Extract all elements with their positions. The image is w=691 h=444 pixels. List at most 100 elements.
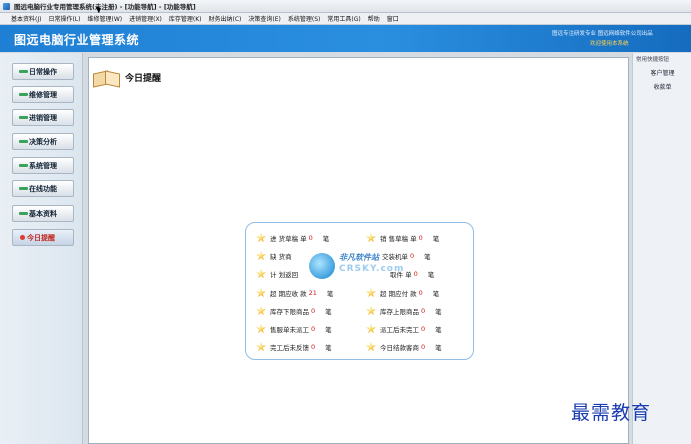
- sidebar-item-label: 系统管理: [29, 161, 57, 170]
- header-banner: 图远电脑行业管理系统 图远专注研发专业 图远网络软件公司出品 欢迎使用本系统: [0, 25, 691, 52]
- menu-item[interactable]: 进销管理(X): [128, 14, 163, 23]
- reminder-label: 派工后未完工: [380, 326, 419, 334]
- reminder-count: 0: [421, 307, 426, 315]
- app-icon: [3, 2, 10, 10]
- star-icon: [256, 233, 266, 243]
- star-icon: [366, 324, 376, 334]
- menu-item[interactable]: 日常操作(L): [47, 14, 81, 23]
- sidebar-item-system[interactable]: 系统管理: [12, 157, 74, 174]
- open-book-icon: [93, 68, 120, 88]
- reminder-count: 0: [418, 234, 423, 242]
- reminder-unit: 笔: [432, 235, 440, 243]
- reminder-label: 库存下限商品: [270, 308, 309, 316]
- sidebar-item-basic-data[interactable]: 基本资料: [12, 205, 74, 222]
- sidebar-item-label: 决策分析: [29, 137, 57, 146]
- star-icon: [366, 306, 376, 316]
- star-icon: [256, 269, 266, 279]
- sidebar: 日常操作 维修管理 进销管理 决策分析 系统管理 在线功能 基本资料 今日提醒: [0, 53, 83, 444]
- reminder-item[interactable]: 库存下限商品 0 笔: [256, 305, 332, 317]
- menu-bar: 基本资料(J) 日常操作(L) 维修管理(W) 进销管理(X) 库存管理(K) …: [0, 13, 691, 25]
- star-icon: [256, 342, 266, 352]
- menu-item[interactable]: 决策查询(E): [247, 14, 281, 23]
- reminder-item[interactable]: 计 划返回: [256, 268, 310, 280]
- sidebar-item-sales[interactable]: 进销管理: [12, 109, 74, 126]
- menu-item[interactable]: 财务出纳(C): [208, 14, 243, 23]
- reminder-item[interactable]: 售服单未派工 0 笔: [256, 323, 332, 335]
- menu-item[interactable]: 基本资料(J): [10, 14, 42, 23]
- reminder-count: 0: [410, 252, 415, 260]
- reminder-unit: 笔: [325, 326, 332, 334]
- sidebar-item-online[interactable]: 在线功能: [12, 180, 74, 197]
- reminder-item[interactable]: 销 售草稿 单 0 笔: [366, 232, 439, 244]
- quick-buttons-title: 常用快捷按钮: [636, 57, 670, 63]
- reminder-label: 今日结款客商: [380, 344, 419, 352]
- title-bar: 图远电脑行业专用管理系统(未注册) - [功能导航] - [功能导航]: [0, 0, 691, 13]
- star-icon: [256, 306, 266, 316]
- menu-item[interactable]: 维修管理(W): [86, 14, 123, 23]
- star-icon: [256, 251, 266, 261]
- star-icon: [366, 342, 376, 352]
- reminder-count: 0: [421, 343, 426, 351]
- reminder-count: 0: [311, 307, 316, 315]
- banner-slogan: 图远专注研发专业 图远网络软件公司出品: [552, 31, 653, 37]
- sidebar-item-daily-ops[interactable]: 日常操作: [12, 63, 74, 80]
- dash-icon: [19, 187, 28, 190]
- content-header: 今日提醒: [93, 68, 162, 88]
- sidebar-item-label: 日常操作: [29, 67, 57, 76]
- reminder-unit: 笔: [325, 308, 332, 316]
- sidebar-item-repair[interactable]: 维修管理: [12, 86, 74, 103]
- reminder-count: 0: [308, 234, 313, 242]
- sidebar-item-label: 基本资料: [29, 209, 57, 218]
- reminder-unit: 笔: [322, 235, 330, 243]
- reminder-item[interactable]: 缺 货商: [256, 250, 304, 262]
- reminder-label: 进 货草稿 单: [270, 235, 307, 243]
- quick-link-customer[interactable]: 客户管理: [633, 68, 691, 77]
- app-name: 图远电脑行业管理系统: [14, 33, 140, 47]
- dash-icon: [19, 70, 28, 73]
- reminder-item[interactable]: 派工后未完工 0 笔: [366, 323, 442, 335]
- reminder-count: 0: [311, 325, 316, 333]
- quick-buttons-pane: 常用快捷按钮 客户管理 收款单: [632, 53, 691, 444]
- watermark-domain: CRSKY.com: [339, 264, 405, 274]
- sidebar-item-label: 进销管理: [29, 113, 57, 122]
- dash-icon: [19, 116, 28, 119]
- menu-item[interactable]: 常用工具(G): [326, 14, 361, 23]
- dash-icon: [19, 212, 28, 215]
- menu-item[interactable]: 帮助: [367, 14, 381, 23]
- reminder-unit: 笔: [427, 271, 435, 279]
- reminder-unit: 笔: [435, 326, 442, 334]
- window-title: 图远电脑行业专用管理系统(未注册) - [功能导航] - [功能导航]: [14, 3, 196, 11]
- star-icon: [366, 233, 376, 243]
- menu-item[interactable]: 库存管理(K): [168, 14, 203, 23]
- reminder-label: 售服单未派工: [270, 326, 309, 334]
- reminder-label: 超 期应收 款: [270, 290, 307, 298]
- watermark-logo: 非凡软件站 CRSKY.com: [309, 251, 409, 283]
- reminder-item[interactable]: 完工后未反馈 0 笔: [256, 341, 332, 353]
- reminder-unit: 笔: [432, 290, 440, 298]
- sidebar-item-today-reminder[interactable]: 今日提醒: [12, 229, 74, 246]
- dash-icon: [19, 140, 28, 143]
- sidebar-item-label: 今日提醒: [27, 233, 55, 242]
- sidebar-item-analysis[interactable]: 决策分析: [12, 133, 74, 150]
- reminder-item[interactable]: 超 期应收 款 21 笔: [256, 287, 333, 299]
- menu-item[interactable]: 系统管理(S): [287, 14, 322, 23]
- reminder-item[interactable]: 超 期应付 款 0 笔: [366, 287, 439, 299]
- reminder-panel: 进 货草稿 单 0 笔 缺 货商 计 划返回 超 期应收 款 21 笔 库存下限…: [245, 222, 474, 360]
- main-content: 今日提醒 进 货草稿 单 0 笔 缺 货商 计 划返回 超 期应收 款 21 笔: [88, 57, 629, 444]
- quick-link-receipt[interactable]: 收款单: [633, 82, 691, 91]
- reminder-label: 计 划返回: [270, 271, 299, 279]
- reminder-count: 0: [418, 289, 423, 297]
- reminder-label: 销 售草稿 单: [380, 235, 417, 243]
- red-dot-icon: [20, 235, 25, 240]
- reminder-item[interactable]: 今日结款客商 0 笔: [366, 341, 442, 353]
- sidebar-item-label: 在线功能: [29, 184, 57, 193]
- reminder-unit: 笔: [326, 290, 334, 298]
- reminder-unit: 笔: [435, 308, 442, 316]
- reminder-item[interactable]: 库存上限商品 0 笔: [366, 305, 442, 317]
- menu-item[interactable]: 窗口: [386, 14, 400, 23]
- reminder-item[interactable]: 进 货草稿 单 0 笔: [256, 232, 329, 244]
- reminder-unit: 笔: [325, 344, 332, 352]
- reminder-label: 超 期应付 款: [380, 290, 417, 298]
- page-title: 今日提醒: [125, 73, 162, 84]
- dash-icon: [19, 93, 28, 96]
